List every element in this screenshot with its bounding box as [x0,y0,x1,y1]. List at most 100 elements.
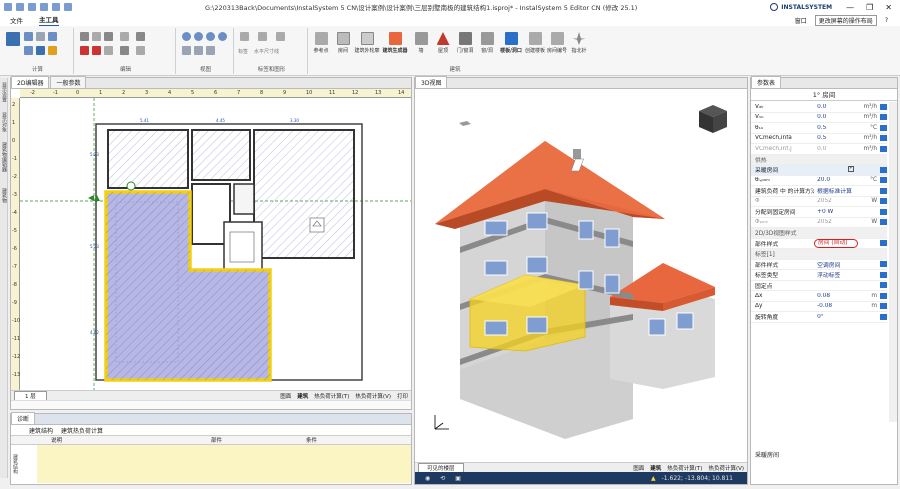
property-value[interactable]: 0.5 [814,135,858,141]
zoom-in-icon[interactable] [182,32,191,41]
text-icon[interactable] [276,32,285,41]
strip-display-settings[interactable]: 显示设置 [1,82,8,102]
maximize-button[interactable]: ❐ [866,3,873,12]
room-upper-middle[interactable] [191,129,251,181]
slab-button[interactable]: 楼板/洞口 [498,32,524,54]
col-condition[interactable]: 条件 [306,436,317,444]
status3d-tab-drawing[interactable]: 图面 [633,464,644,472]
property-row[interactable]: 标签类型 浮动标签 [751,270,888,281]
property-edit-icon[interactable] [880,208,888,215]
props-scrollbar[interactable] [889,102,897,422]
property-row[interactable]: Vₛᵤ 0.0 m³/h [751,113,888,123]
property-edit-icon[interactable] [880,114,888,121]
copy-icon[interactable] [80,32,89,41]
property-edit-icon[interactable] [880,261,888,268]
property-row[interactable]: Φₚₒₘ 2052 W [751,218,888,228]
property-row[interactable]: Δy -0.08 m [751,302,888,312]
property-edit-icon[interactable] [880,292,888,299]
property-row[interactable]: 固定点 [751,281,888,291]
property-value[interactable]: +0 W [814,209,858,215]
property-value[interactable]: 2052 [814,219,858,225]
new-icon[interactable] [16,3,24,11]
level-select[interactable]: 1 层 [14,390,47,401]
status-tab-print[interactable]: 打印 [397,392,408,400]
align-icon[interactable] [104,46,113,55]
scrollbar-2d[interactable] [11,400,411,409]
property-edit-icon[interactable] [880,135,888,142]
property-edit-icon[interactable] [880,282,888,289]
property-edit-icon[interactable] [880,219,888,226]
property-edit-icon[interactable] [880,145,888,152]
grid-icon[interactable] [48,32,57,41]
window-menu[interactable]: 窗口 [795,16,807,25]
dimension-icon[interactable] [258,32,267,41]
property-value[interactable]: 0.0 [814,104,858,110]
print-icon[interactable] [36,32,45,41]
eye-icon[interactable]: ◉ [425,475,430,482]
visible-levels-select[interactable]: 可见的楼层 [418,462,464,473]
properties-icon[interactable] [136,46,145,55]
property-row[interactable]: Vₐᵢᵣ 0.0 m³/h [751,102,888,113]
layers-icon[interactable] [206,46,215,55]
property-row[interactable]: 部件样式 空调房间 [751,260,888,270]
diag-tab-heat[interactable]: 建筑热负荷计算 [61,426,103,435]
property-edit-icon[interactable] [880,166,887,173]
col-component[interactable]: 部件 [211,436,306,444]
property-edit-icon[interactable] [880,187,888,194]
property-edit-icon[interactable] [880,198,888,205]
warning-indicator-icon[interactable]: ▲ [651,475,656,482]
tab-3d-view[interactable]: 3D视图 [415,76,448,88]
property-value[interactable]: 空调房间 [814,260,858,269]
strip-display-objects[interactable]: 显示对象 [1,112,8,132]
strip-building[interactable]: 建筑物 [1,188,8,203]
property-value[interactable]: 20.0 [814,177,858,183]
tab-general-params[interactable]: 一般参数 [50,76,87,88]
property-value[interactable]: 0.0 [814,114,858,120]
chart-icon[interactable] [36,46,45,55]
col-description[interactable]: 说明 [11,436,211,444]
property-row[interactable]: VCmech,infa 0.5 m³/h [751,134,888,144]
status-tab-building[interactable]: 建筑 [297,392,308,400]
wall-button[interactable]: 墙 [410,32,432,54]
bathroom[interactable] [233,183,255,215]
property-value[interactable]: 房间 (自动) [813,238,858,248]
property-value[interactable]: -0.08 [814,303,858,309]
status3d-tab-heat-v[interactable]: 热负荷计算(V) [708,464,744,472]
property-row[interactable]: Δx 0.08 m [751,291,888,302]
property-value[interactable]: 根据标准计算 [814,186,858,195]
calc-icon[interactable] [6,32,20,46]
diag-tab-structure[interactable]: 建筑结构 [29,426,53,435]
property-edit-icon[interactable] [880,240,887,247]
property-edit-icon[interactable] [880,177,888,184]
rotate-view-icon[interactable]: ⟲ [440,475,445,482]
group-icon[interactable] [120,46,129,55]
help-icon[interactable]: ? [885,17,888,24]
door-button[interactable]: 门/窗洞 [454,32,476,54]
property-row[interactable]: θᵢ,ₚₒₘ 20.0 °C [751,176,888,186]
hall[interactable] [223,221,263,271]
view-3d-canvas[interactable] [415,89,747,462]
list-icon[interactable] [24,46,33,55]
property-row[interactable]: VCmech,inf,j 0.0 m³/h [751,144,888,155]
redo-icon[interactable] [64,3,72,11]
status3d-tab-building[interactable]: 建筑 [650,464,661,472]
status3d-tab-heat-t[interactable]: 热负荷计算(T) [667,464,702,472]
create-slab-button[interactable]: 创建楼板 [524,32,546,54]
close-button[interactable]: ✕ [885,3,892,12]
table-icon[interactable] [24,32,33,41]
room-upper-left[interactable] [107,129,189,189]
mirror-icon[interactable] [120,32,129,41]
property-row[interactable]: 采暖房间 [751,165,887,176]
property-row[interactable]: 部件样式 房间 (自动) [751,238,887,249]
cut-icon[interactable] [92,46,101,55]
property-value[interactable]: 0.0 [814,146,858,152]
snap-marker-icon[interactable] [126,181,136,191]
open-icon[interactable] [28,3,36,11]
room-upper-right[interactable] [253,129,355,259]
rotate-icon[interactable] [136,32,145,41]
property-row[interactable]: 分配到固定房间 +0 W [751,207,888,218]
property-edit-icon[interactable] [880,103,888,110]
save-icon[interactable] [40,3,48,11]
strip-building-editor[interactable]: 建筑物编辑器 [1,142,8,172]
property-row[interactable]: Φ 2052 W [751,197,888,207]
